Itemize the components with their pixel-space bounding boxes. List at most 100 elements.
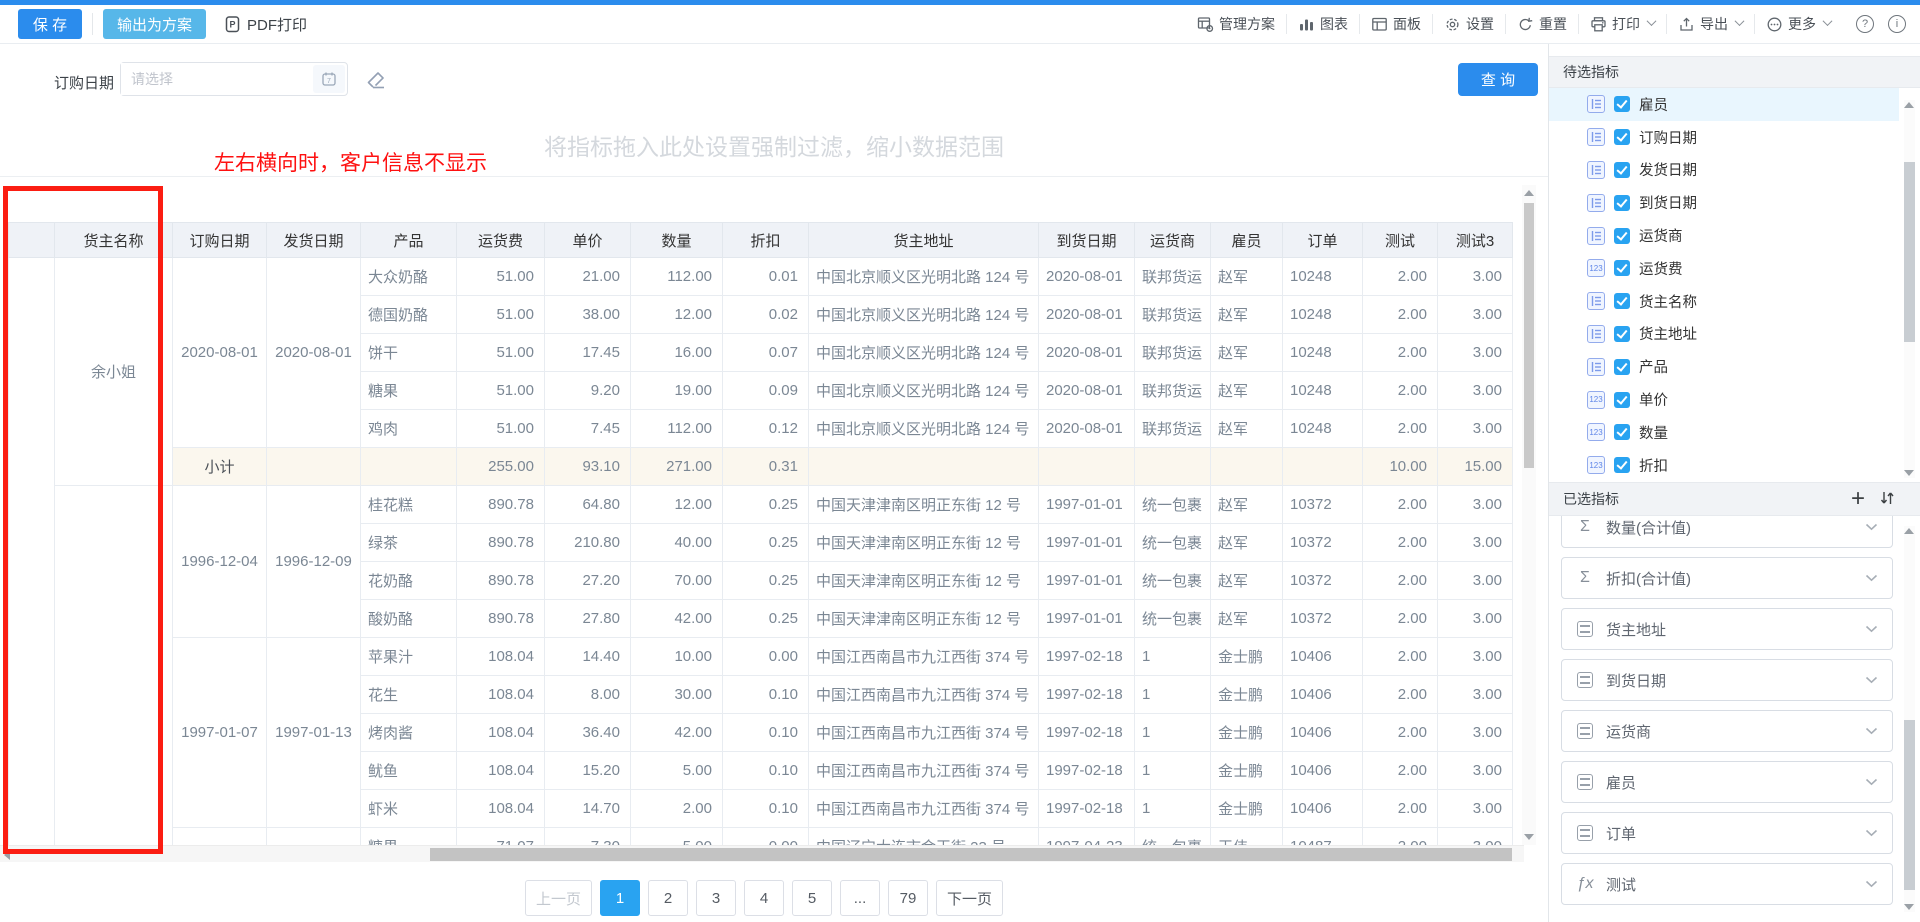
selected-scrollbar-thumb[interactable] (1904, 720, 1915, 890)
selected-indicator-card[interactable]: ƒx测试 (1561, 863, 1893, 905)
checkbox-checked-icon[interactable] (1614, 326, 1630, 342)
pdf-print-button[interactable]: P PDF打印 (224, 14, 307, 35)
table-cell (55, 486, 173, 846)
checkbox-checked-icon[interactable] (1614, 162, 1630, 178)
page-number-button[interactable]: 4 (744, 880, 784, 916)
chevron-down-icon[interactable] (1865, 875, 1878, 893)
export-as-plan-button[interactable]: 输出为方案 (103, 9, 206, 39)
table-cell: 中国江西南昌市九江西街 374 号 (809, 714, 1039, 752)
selected-indicator-card[interactable]: Σ数量(合计值) (1561, 516, 1893, 548)
scroll-up-arrow-icon[interactable] (1904, 528, 1914, 534)
table-cell: 10248 (1283, 258, 1363, 296)
vertical-scrollbar[interactable] (1522, 185, 1536, 845)
toolbar-manage-plan-button[interactable]: 管理方案 (1186, 14, 1286, 34)
prev-page-button[interactable]: 上一页 (525, 880, 592, 916)
toolbar-panel-button[interactable]: 面板 (1359, 14, 1432, 34)
toolbar-settings-button[interactable]: 设置 (1432, 14, 1505, 34)
toolbar-reset-button[interactable]: 重置 (1505, 14, 1578, 34)
export-icon (1678, 16, 1695, 33)
horizontal-scrollbar-thumb[interactable] (430, 848, 1512, 861)
clear-filter-eraser-icon[interactable] (364, 68, 388, 92)
pending-indicator-item[interactable]: 123单价 (1549, 383, 1899, 416)
checkbox-checked-icon[interactable] (1614, 260, 1630, 276)
table-cell: 1 (1135, 638, 1211, 676)
checkbox-checked-icon[interactable] (1614, 129, 1630, 145)
checkbox-checked-icon[interactable] (1614, 359, 1630, 375)
table-cell: 890.78 (457, 486, 545, 524)
pending-indicator-item[interactable]: 123折扣 (1549, 449, 1899, 482)
add-indicator-icon[interactable]: + (1851, 489, 1865, 509)
chevron-down-icon[interactable] (1865, 620, 1878, 638)
pending-indicator-label: 数量 (1639, 422, 1668, 443)
svg-text:7: 7 (327, 78, 331, 85)
pending-indicator-item[interactable]: 123运货费 (1549, 252, 1899, 285)
checkbox-checked-icon[interactable] (1614, 424, 1630, 440)
table-cell: 3.00 (1438, 638, 1513, 676)
scroll-left-arrow-icon[interactable] (4, 850, 10, 860)
pending-indicator-label: 订购日期 (1639, 127, 1697, 148)
selected-indicator-card[interactable]: 运货商 (1561, 710, 1893, 752)
chevron-down-icon[interactable] (1865, 518, 1878, 536)
query-button[interactable]: 查 询 (1458, 63, 1538, 96)
chevron-down-icon[interactable] (1865, 569, 1878, 587)
page-ellipsis-button[interactable]: ... (840, 880, 880, 916)
scroll-down-arrow-icon[interactable] (1904, 470, 1914, 476)
toolbar-action-label: 打印 (1612, 14, 1640, 34)
page-number-button[interactable]: 1 (600, 880, 640, 916)
next-page-button[interactable]: 下一页 (936, 880, 1003, 916)
page-number-button[interactable]: 79 (888, 880, 928, 916)
info-icon[interactable]: i (1888, 15, 1906, 33)
pending-indicator-item[interactable]: 货主地址 (1549, 318, 1899, 351)
page-number-button[interactable]: 5 (792, 880, 832, 916)
scroll-down-arrow-icon[interactable] (1904, 904, 1914, 910)
selected-indicator-card[interactable]: 货主地址 (1561, 608, 1893, 650)
selected-list-scrollbar[interactable] (1904, 526, 1915, 912)
pending-scrollbar-thumb[interactable] (1904, 162, 1915, 342)
checkbox-checked-icon[interactable] (1614, 293, 1630, 309)
pending-list-scrollbar[interactable] (1904, 100, 1915, 478)
chevron-down-icon[interactable] (1865, 722, 1878, 740)
save-button[interactable]: 保 存 (18, 9, 82, 39)
scroll-up-arrow-icon[interactable] (1524, 190, 1534, 196)
checkbox-checked-icon[interactable] (1614, 457, 1630, 473)
toolbar-print-button[interactable]: 打印 (1578, 14, 1666, 34)
pending-indicator-item[interactable]: 123数量 (1549, 416, 1899, 449)
settings-icon (1444, 16, 1461, 33)
scroll-down-arrow-icon[interactable] (1524, 834, 1534, 840)
chevron-down-icon[interactable] (1865, 671, 1878, 689)
table-cell: 统一包裹 (1135, 486, 1211, 524)
checkbox-checked-icon[interactable] (1614, 228, 1630, 244)
checkbox-checked-icon[interactable] (1614, 392, 1630, 408)
page-number-button[interactable]: 3 (696, 880, 736, 916)
vertical-scrollbar-thumb[interactable] (1524, 203, 1534, 468)
pending-indicator-item[interactable]: 产品 (1549, 350, 1899, 383)
date-input-field[interactable] (121, 63, 311, 95)
pending-indicator-item[interactable]: 雇员 (1549, 88, 1899, 121)
order-date-input[interactable]: 7 (120, 62, 348, 96)
pending-indicator-item[interactable]: 运货商 (1549, 219, 1899, 252)
toolbar-more-button[interactable]: 更多 (1754, 14, 1842, 34)
selected-indicator-card[interactable]: Σ折扣(合计值) (1561, 557, 1893, 599)
selected-indicator-card[interactable]: 到货日期 (1561, 659, 1893, 701)
selected-indicator-card[interactable]: 订单 (1561, 812, 1893, 854)
pending-indicator-item[interactable]: 到货日期 (1549, 186, 1899, 219)
selected-indicator-card[interactable]: 雇员 (1561, 761, 1893, 803)
toolbar-bar-chart-button[interactable]: 图表 (1286, 14, 1359, 34)
scroll-up-arrow-icon[interactable] (1904, 102, 1914, 108)
checkbox-checked-icon[interactable] (1614, 195, 1630, 211)
sort-indicators-icon[interactable] (1879, 490, 1895, 509)
toolbar-export-button[interactable]: 导出 (1666, 14, 1754, 34)
chevron-down-icon[interactable] (1865, 824, 1878, 842)
rows-icon (1576, 722, 1594, 740)
checkbox-checked-icon[interactable] (1614, 96, 1630, 112)
help-icon[interactable]: ? (1856, 15, 1874, 33)
horizontal-scrollbar[interactable] (0, 845, 1524, 862)
pending-indicator-item[interactable]: 货主名称 (1549, 285, 1899, 318)
column-header: 折扣 (723, 223, 809, 258)
pending-indicator-item[interactable]: 发货日期 (1549, 154, 1899, 187)
chevron-down-icon[interactable] (1865, 773, 1878, 791)
calendar-icon[interactable]: 7 (313, 65, 345, 93)
pending-indicator-item[interactable]: 订购日期 (1549, 121, 1899, 154)
table-cell: 12.00 (631, 296, 723, 334)
page-number-button[interactable]: 2 (648, 880, 688, 916)
